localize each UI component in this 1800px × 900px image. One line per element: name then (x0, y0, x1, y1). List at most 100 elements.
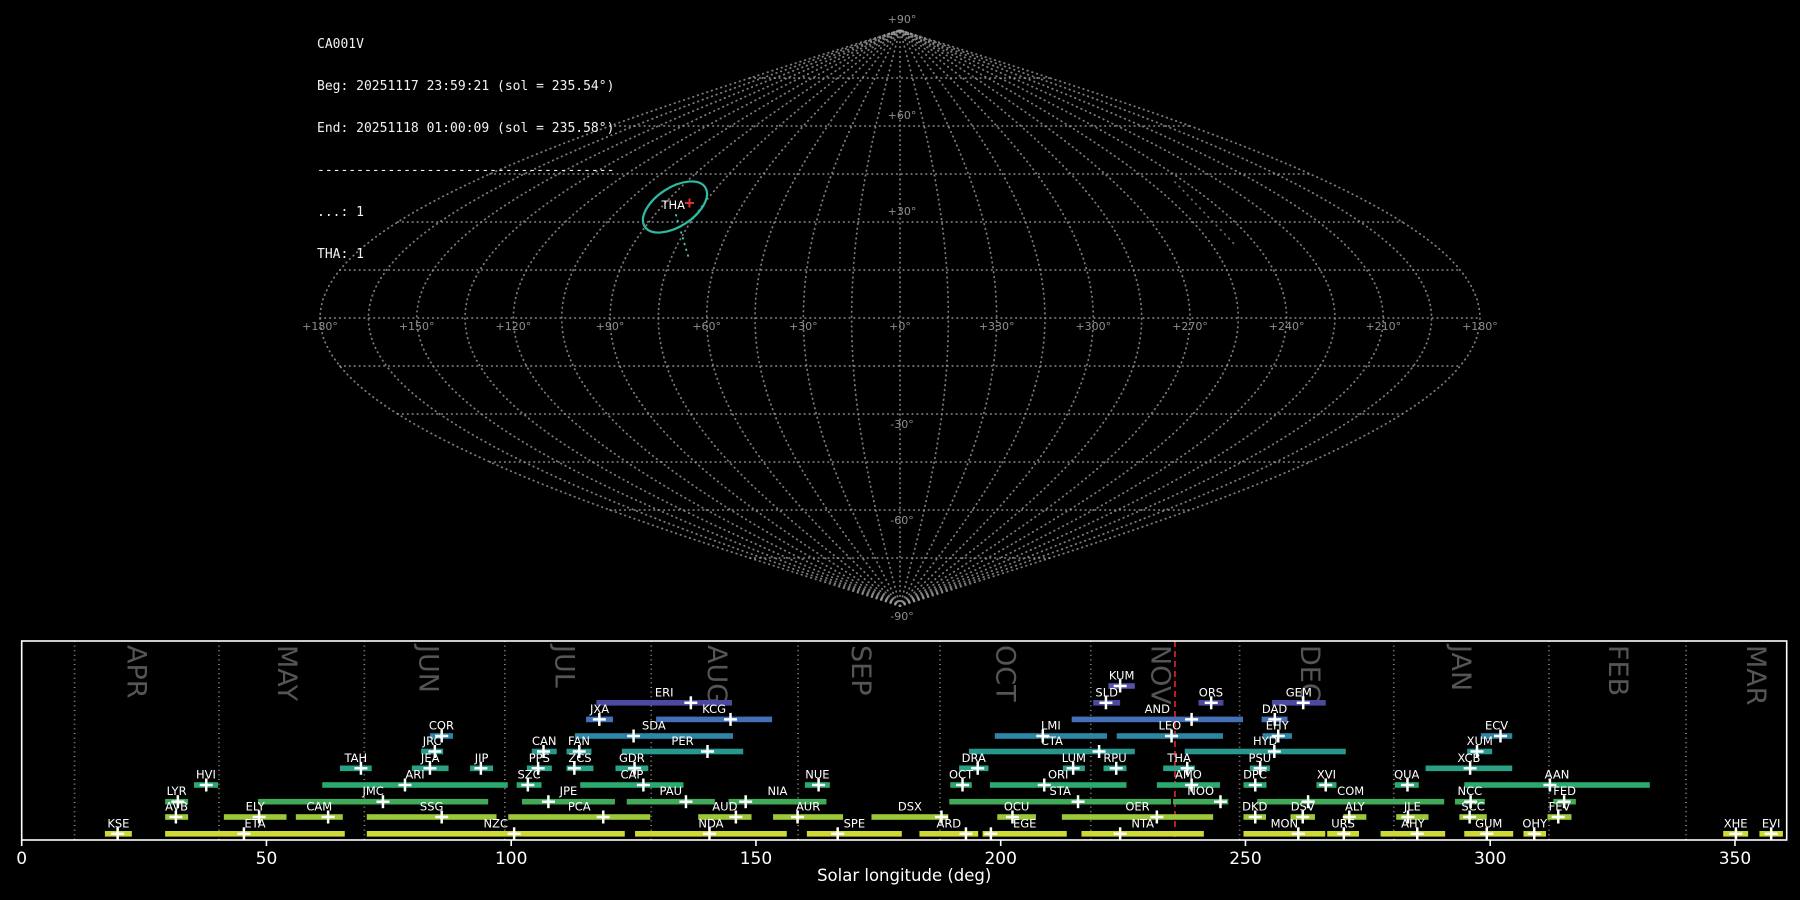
x-tick-label: 100 (495, 849, 527, 869)
shower-activity-ARD: ARD (919, 816, 979, 841)
month-label: SEP (845, 645, 876, 695)
longitude-label: +90° (596, 320, 625, 333)
longitude-label: +270° (1172, 320, 1208, 333)
longitude-label: +180° (302, 320, 338, 333)
shower-code-label: ORI (1048, 768, 1068, 782)
observation-summary: CA001V Beg: 20251117 23:59:21 (sol = 235… (317, 10, 614, 290)
shower-activity-FEV: FEV (1547, 800, 1572, 824)
latitude-label: +60° (888, 109, 917, 122)
month-label: MAR (1740, 645, 1771, 706)
shower-code-label: PCA (568, 800, 591, 814)
shower-code-label: ECV (1485, 719, 1508, 733)
shower-bar (1071, 716, 1244, 723)
shower-code-label: NIA (768, 784, 788, 798)
x-tick-label: 150 (740, 849, 772, 869)
shower-bar (322, 782, 508, 788)
month-label: JUL (549, 643, 580, 688)
shower-code-label: ARD (936, 816, 961, 830)
shower-activity-QUA: QUA (1394, 768, 1420, 792)
sporadic-count: ...: 1 (317, 205, 364, 220)
longitude-label: +0° (889, 320, 911, 333)
latitude-label: -60° (890, 514, 913, 527)
month-label: JAN (1445, 643, 1476, 691)
shower-activity-AVB: AVB (165, 800, 188, 824)
shower-activity-TAH: TAH (339, 751, 372, 775)
separator-line: -------------------------------------- (317, 163, 615, 178)
shower-activity-GUM: GUM (1464, 816, 1514, 841)
longitude-label: +180° (1462, 320, 1498, 333)
shower-peak-marker (627, 729, 641, 743)
shower-activity-XHE: XHE (1723, 816, 1749, 841)
shower-code-label: EGE (1013, 816, 1036, 830)
shower-code-label: ELY (246, 800, 266, 814)
shower-bar (366, 831, 625, 837)
meteor-radiant-screenshot: +180° +150° +120° +90° +60° +30° +0° +330° +300°… (0, 0, 1800, 900)
radiant-peak-marker (685, 198, 694, 208)
shower-bar (806, 831, 902, 837)
shower-bar (574, 733, 733, 739)
latitude-label: +90° (888, 13, 917, 26)
shower-bar (258, 798, 489, 805)
shower-code-label: AHY (1401, 816, 1426, 830)
shower-activity-XVI: XVI (1316, 768, 1337, 792)
shower-activity-ETA: ETA (165, 816, 345, 841)
month-label: NOV (1144, 645, 1175, 705)
latitude-label: -30° (890, 418, 913, 431)
month-label: AUG (701, 645, 732, 704)
shower-code-label: DSX (898, 800, 922, 814)
shower-activity-KSE: KSE (104, 816, 132, 841)
latitude-label: +30° (888, 205, 917, 218)
shower-code-label: DRA (962, 751, 986, 765)
month-label: FEB (1602, 645, 1633, 696)
shower-code-label: PER (671, 734, 693, 748)
shower-bar (366, 814, 497, 820)
shower-code-label: NTA (1131, 816, 1154, 830)
shower-bar (773, 814, 844, 820)
shower-activity-SZC: SZC (516, 768, 542, 792)
shower-activity-JXA: JXA (586, 702, 614, 726)
shower-code-label: SSG (420, 800, 444, 814)
shower-code-label: LEO (1158, 719, 1181, 733)
shower-activity-DPC: DPC (1243, 768, 1267, 792)
shower-peak-marker (596, 810, 610, 824)
x-tick-label: 0 (16, 849, 27, 869)
shower-peak-marker (984, 827, 998, 841)
shower-peak-marker (1185, 712, 1199, 726)
shower-code-label: ERI (655, 685, 674, 699)
shower-peak-marker (507, 827, 521, 841)
shower-activity-EVI: EVI (1759, 816, 1783, 841)
station-code: CA001V (317, 37, 364, 52)
shower-peak-marker (684, 696, 698, 710)
shower-activity-NTA: NTA (1081, 816, 1204, 841)
x-tick-label: 350 (1719, 849, 1751, 869)
shower-code-label: AND (1145, 702, 1170, 716)
month-label: OCT (990, 645, 1021, 702)
shower-peak-marker (700, 745, 714, 758)
shower-code-label: ETA (244, 816, 265, 830)
x-tick-label: 250 (1229, 849, 1261, 869)
shower-bar (508, 814, 651, 820)
shower-activity-DKD: DKD (1242, 800, 1268, 824)
shower-code-label: SDA (642, 719, 666, 733)
shower-activity-SLD: SLD (1093, 685, 1121, 710)
shower-activity-ORS: ORS (1198, 685, 1224, 710)
shower-code-label: SCC (1461, 800, 1484, 814)
shower-peak-marker (1071, 795, 1085, 809)
shower-bar (295, 814, 343, 820)
shower-activity-URS: URS (1327, 816, 1360, 841)
shower-code-label: JMC (361, 784, 383, 798)
shower-bar (626, 798, 715, 805)
longitude-label: +330° (979, 320, 1015, 333)
end-time: End: 20251118 01:00:09 (sol = 235.58°) (317, 121, 615, 136)
longitude-label: +300° (1075, 320, 1111, 333)
longitude-label: +60° (692, 320, 721, 333)
shower-peak-marker (541, 795, 555, 809)
shower-code-label: KUM (1109, 669, 1135, 683)
shower-code-label: ZCS (568, 751, 591, 765)
month-label: JUN (412, 643, 443, 693)
shower-code-label: AUD (712, 800, 737, 814)
radiant-code-label: THA (660, 198, 685, 212)
shower-peak-marker (831, 827, 845, 841)
shower-activity-NUE: NUE (804, 768, 830, 792)
shower-code-label: NZC (484, 816, 509, 830)
